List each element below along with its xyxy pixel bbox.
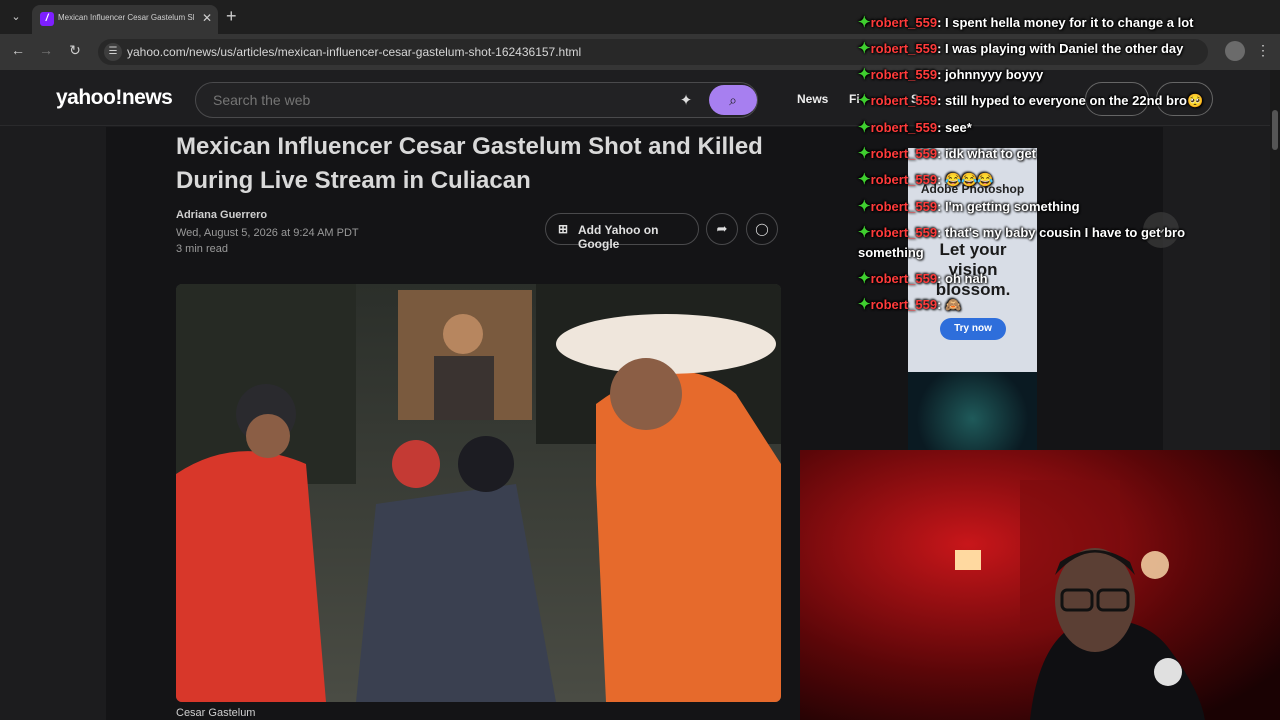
article-read-time: 3 min read (176, 243, 228, 255)
chat-badge-icon: ✦ (858, 40, 871, 57)
site-info-icon[interactable]: ☰ (104, 43, 122, 61)
chat-badge-icon: ✦ (858, 296, 871, 313)
chat-message: ✦robert_559: I was playing with Daniel t… (858, 39, 1183, 59)
hero-photo (176, 284, 781, 702)
bookmark-plus-icon: ⊞ (558, 222, 569, 236)
chat-badge-icon: ✦ (858, 119, 871, 136)
article-hero-image[interactable] (176, 284, 781, 702)
chat-username: robert_559 (870, 67, 938, 82)
chat-text: see* (945, 120, 972, 135)
webcam-feed (800, 450, 1280, 720)
chat-separator: : (937, 297, 946, 312)
chat-username: robert_559 (870, 172, 938, 187)
ad-try-now-button[interactable]: Try now (940, 318, 1006, 340)
chat-separator: : (937, 172, 946, 187)
comment-button[interactable]: ◯ (746, 213, 778, 245)
chat-separator: : (937, 67, 946, 82)
chat-message: ✦robert_559: idk what to get (858, 144, 1036, 164)
share-button[interactable]: ➦ (706, 213, 738, 245)
chat-username: robert_559 (870, 41, 938, 56)
chat-text: I was playing with Daniel the other day (945, 41, 1184, 56)
chat-message: ✦robert_559: johnnyyy boyyy (858, 65, 1043, 85)
reload-icon[interactable]: ↻ (65, 42, 85, 59)
back-arrow-icon[interactable]: ← (8, 42, 28, 58)
chat-separator: : (937, 271, 946, 286)
browser-tab[interactable]: / Mexican Influencer Cesar Gastelum Shot… (32, 5, 218, 34)
chat-badge-icon: ✦ (858, 92, 871, 109)
tab-title: Mexican Influencer Cesar Gastelum Shot a… (58, 13, 194, 22)
search-button[interactable]: ⌕ (709, 85, 757, 115)
close-tab-icon[interactable]: ✕ (202, 11, 212, 25)
chat-message: ✦robert_559: 🙈 (858, 295, 961, 315)
chat-username: robert_559 (870, 225, 938, 240)
chat-username: robert_559 (870, 297, 938, 312)
chat-text: 🙈 (945, 297, 962, 312)
chat-username: robert_559 (870, 120, 938, 135)
chat-badge-icon: ✦ (858, 14, 871, 31)
image-caption: Cesar Gastelum (176, 707, 256, 719)
article-date: Wed, August 5, 2026 at 9:24 AM PDT (176, 227, 359, 239)
chat-text: I spent hella money for it to change a l… (945, 15, 1194, 30)
tab-search-icon[interactable]: ⌄ (6, 8, 26, 26)
chat-text: johnnyyy boyyy (945, 67, 1044, 82)
chat-separator: : (937, 146, 946, 161)
chat-badge-icon: ✦ (858, 171, 871, 188)
chat-badge-icon: ✦ (858, 224, 871, 241)
search-box[interactable]: ✦ ⌕ (195, 82, 758, 118)
url-text[interactable]: yahoo.com/news/us/articles/mexican-influ… (127, 45, 581, 59)
chat-text: still hyped to everyone on the 22nd bro🥺 (945, 93, 1204, 108)
chat-username: robert_559 (870, 15, 938, 30)
nav-news[interactable]: News (797, 92, 828, 106)
scrollbar-thumb[interactable] (1272, 110, 1278, 150)
chat-message: ✦robert_559: still hyped to everyone on … (858, 91, 1203, 111)
chat-message: ✦robert_559: I'm getting something (858, 197, 1080, 217)
forward-arrow-icon[interactable]: → (36, 42, 56, 58)
chat-badge-icon: ✦ (858, 66, 871, 83)
chat-badge-icon: ✦ (858, 145, 871, 162)
search-input[interactable] (213, 92, 653, 108)
chat-separator: : (937, 15, 946, 30)
chat-separator: : (937, 120, 946, 135)
chat-text: oh nah (945, 271, 988, 286)
article-headline: Mexican Influencer Cesar Gastelum Shot a… (176, 133, 763, 194)
add-yahoo-on-google-button[interactable]: ⊞ Add Yahoo on Google (545, 213, 699, 251)
chat-username: robert_559 (870, 146, 938, 161)
chat-text: idk what to get (945, 146, 1037, 161)
advertisement-image[interactable] (908, 372, 1037, 450)
chat-separator: : (937, 199, 946, 214)
chat-message: ✦robert_559: see* (858, 118, 972, 138)
new-tab-icon[interactable]: + (226, 6, 237, 27)
chat-username: robert_559 (870, 93, 938, 108)
chat-username: robert_559 (870, 199, 938, 214)
menu-kebab-icon[interactable]: ⋮ (1256, 42, 1270, 59)
add-google-label: Add Yahoo on Google (578, 223, 659, 251)
chat-username: robert_559 (870, 271, 938, 286)
yahoo-news-logo[interactable]: yahoo!news (56, 86, 173, 110)
chat-text: 😂😂😂 (945, 172, 994, 187)
chat-separator: : (937, 93, 946, 108)
chat-message: ✦robert_559: oh nah (858, 269, 988, 289)
chat-message: ✦robert_559: 😂😂😂 (858, 170, 994, 190)
chat-badge-icon: ✦ (858, 198, 871, 215)
webcam-image (800, 450, 1280, 720)
chat-message: ✦robert_559: that's my baby cousin I hav… (858, 223, 1228, 263)
chat-separator: : (937, 41, 946, 56)
article-author[interactable]: Adriana Guerrero (176, 209, 267, 221)
chat-message: ✦robert_559: I spent hella money for it … (858, 13, 1194, 33)
stream-chat-overlay: ✦robert_559: I spent hella money for it … (856, 0, 1256, 320)
chat-text: I'm getting something (945, 199, 1080, 214)
yahoo-favicon-icon: / (40, 12, 54, 26)
chat-separator: : (937, 225, 946, 240)
ai-sparkle-icon[interactable]: ✦ (676, 91, 696, 111)
chat-badge-icon: ✦ (858, 270, 871, 287)
